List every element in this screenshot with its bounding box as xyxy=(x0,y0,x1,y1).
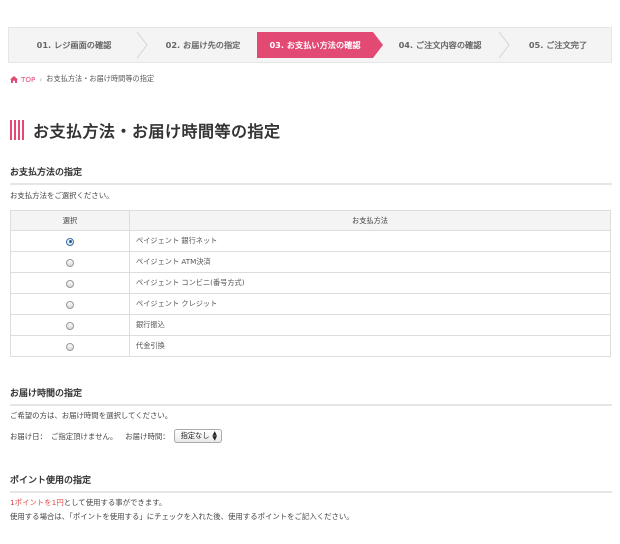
breadcrumb-current: お支払方法・お届け時間等の指定 xyxy=(46,74,155,83)
checkout-step-bar: 01. レジ画面の確認 02. お届け先の指定 03. お支払い方法の確認 04… xyxy=(8,27,612,63)
breadcrumb-separator-icon: › xyxy=(39,74,43,84)
payment-method-label: ペイジェント ATM決済 xyxy=(129,251,611,273)
step-2: 02. お届け先の指定 xyxy=(165,40,241,50)
payment-radio-cod[interactable] xyxy=(66,342,74,351)
delivery-date-value: ご指定頂けません。 xyxy=(50,431,118,441)
delivery-time-select[interactable]: 指定なし ▲ ▼ xyxy=(173,429,223,443)
payment-section-heading: お支払方法の指定 xyxy=(10,165,612,185)
title-stripes-icon xyxy=(10,120,24,140)
table-row[interactable]: ペイジェント ATM決済 xyxy=(10,251,611,273)
home-icon xyxy=(10,75,18,83)
delivery-time-label: お届け時間： xyxy=(125,431,170,441)
payment-method-label: ペイジェント コンビニ(番号方式) xyxy=(129,272,611,294)
payment-method-label: 代金引換 xyxy=(129,335,611,357)
table-header-row: 選択 お支払方法 xyxy=(10,210,611,231)
table-row[interactable]: 代金引換 xyxy=(10,335,611,357)
table-row[interactable]: ペイジェント クレジット xyxy=(10,293,611,315)
breadcrumb-home-link[interactable]: TOP xyxy=(10,75,35,84)
payment-radio-bank-net[interactable] xyxy=(66,237,74,246)
page-title: お支払方法・お届け時間等の指定 xyxy=(33,122,281,141)
payment-radio-convenience[interactable] xyxy=(66,279,74,288)
delivery-fields: お届け日： ご指定頂けません。 お届け時間： 指定なし ▲ ▼ xyxy=(10,429,223,443)
payment-method-table: 選択 お支払方法 ペイジェント 銀行ネット ペイジェント ATM決済 ペイジェン… xyxy=(10,210,611,357)
payment-method-label: ペイジェント クレジット xyxy=(129,293,611,315)
points-rate-rest: として使用する事ができます。 xyxy=(63,498,167,507)
step-5: 05. ご注文完了 xyxy=(528,40,588,50)
table-row[interactable]: ペイジェント コンビニ(番号方式) xyxy=(10,272,611,294)
delivery-section-heading: お届け時間の指定 xyxy=(10,386,612,406)
breadcrumb-home-label: TOP xyxy=(21,74,36,84)
select-arrows-icon: ▲ ▼ xyxy=(212,430,218,442)
points-usage-text: 使用する場合は、「ポイントを使用する」にチェックを入れた後、使用するポイントをご… xyxy=(10,512,354,521)
points-rate-highlight: 1ポイントを1円 xyxy=(10,498,64,507)
payment-radio-credit[interactable] xyxy=(66,300,74,309)
step-4: 04. ご注文内容の確認 xyxy=(398,40,482,50)
step-3-current: 03. お支払い方法の確認 xyxy=(257,32,383,58)
table-row[interactable]: 銀行振込 xyxy=(10,314,611,336)
points-rate-text: 1ポイントを1円として使用する事ができます。 xyxy=(10,497,166,508)
delivery-time-selected: 指定なし xyxy=(180,431,210,440)
delivery-instruction: ご希望の方は、お届け時間を選択してください。 xyxy=(10,411,173,420)
page-title-block: お支払方法・お届け時間等の指定 xyxy=(10,118,281,142)
payment-radio-atm[interactable] xyxy=(66,258,74,267)
payment-instruction: お支払方法をご選択ください。 xyxy=(10,191,114,200)
step-divider-icon xyxy=(135,32,149,58)
points-section-heading: ポイント使用の指定 xyxy=(10,473,612,493)
delivery-date-label: お届け日： xyxy=(10,431,47,441)
breadcrumb: TOP › お支払方法・お届け時間等の指定 xyxy=(10,74,154,84)
payment-method-label: ペイジェント 銀行ネット xyxy=(129,230,611,252)
step-1: 01. レジ画面の確認 xyxy=(36,40,112,50)
column-header-select: 選択 xyxy=(10,210,130,231)
payment-method-label: 銀行振込 xyxy=(129,314,611,336)
payment-radio-bank-transfer[interactable] xyxy=(66,321,74,330)
table-row[interactable]: ペイジェント 銀行ネット xyxy=(10,230,611,252)
column-header-method: お支払方法 xyxy=(129,210,611,231)
